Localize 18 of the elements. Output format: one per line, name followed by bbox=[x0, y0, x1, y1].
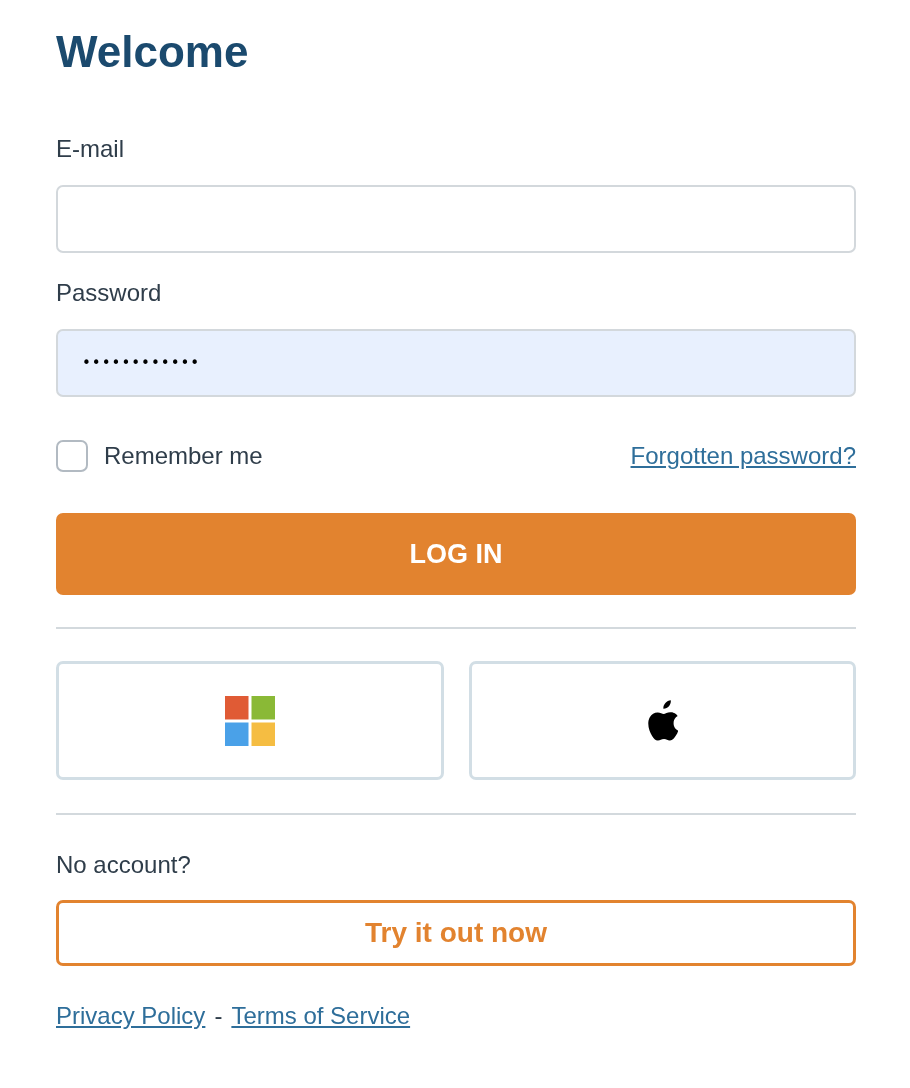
separator-text: - bbox=[214, 1002, 223, 1030]
page-title: Welcome bbox=[56, 26, 249, 78]
sign-in-button[interactable] bbox=[56, 661, 444, 780]
forgot-password-link[interactable]: Forgotten password? bbox=[630, 442, 856, 470]
email-field[interactable] bbox=[56, 185, 856, 253]
checkbox-label: Remember me bbox=[104, 442, 263, 470]
sign-in-button[interactable] bbox=[468, 661, 856, 780]
four-squares-icon bbox=[224, 695, 275, 746]
field-label: E-mail bbox=[56, 135, 124, 163]
footer-link[interactable]: Privacy Policy bbox=[56, 1002, 206, 1030]
password-field[interactable]: •••••••••••• bbox=[56, 329, 856, 397]
checkbox[interactable] bbox=[56, 440, 88, 472]
no-account-text: No account? bbox=[56, 851, 191, 879]
footer-link[interactable]: Terms of Service bbox=[231, 1002, 411, 1030]
field-label: Password bbox=[56, 279, 162, 307]
try-it-out-button[interactable]: Try it out now bbox=[56, 900, 856, 966]
login-button[interactable]: LOG IN bbox=[56, 513, 856, 595]
apple-icon bbox=[646, 699, 679, 742]
